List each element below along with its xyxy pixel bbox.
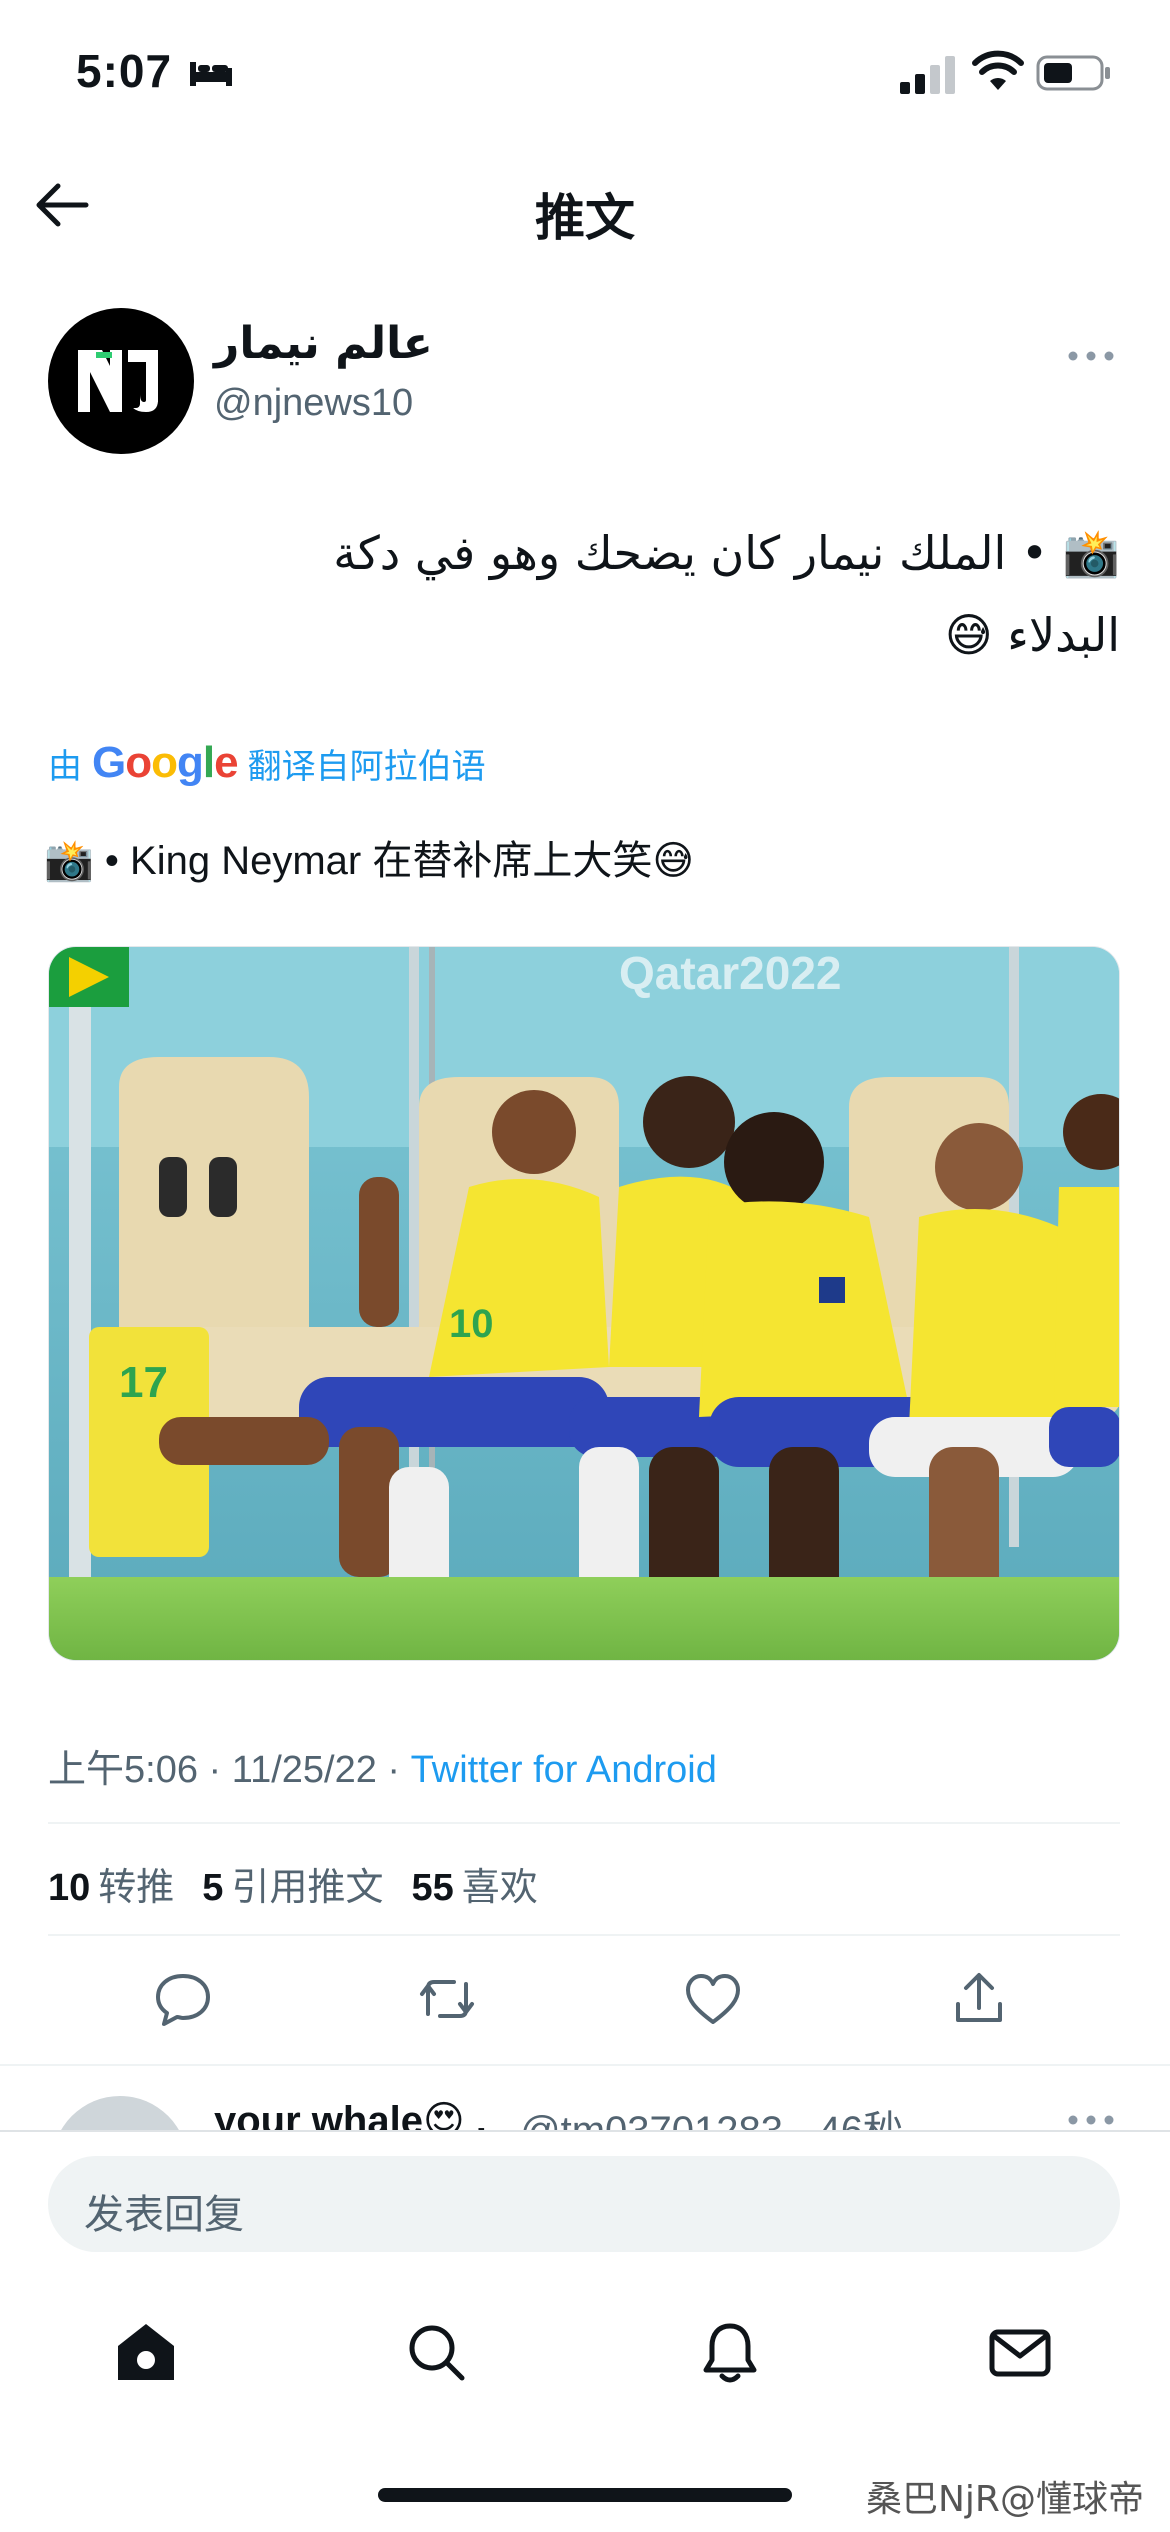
divider xyxy=(0,2130,1170,2132)
reply-avatar[interactable] xyxy=(52,2096,188,2130)
divider xyxy=(48,1934,1120,1936)
search-icon[interactable] xyxy=(402,2318,470,2386)
author-name[interactable]: عالم نيمار xyxy=(214,318,433,369)
battery-icon xyxy=(1036,55,1110,91)
google-logo: Google xyxy=(92,738,239,787)
reply-compose-field[interactable]: 发表回复 xyxy=(48,2156,1120,2252)
like-icon[interactable] xyxy=(680,1966,746,2032)
tweet-meta: 上午5:06 · 11/25/22 · Twitter for Android xyxy=(48,1749,717,1791)
author-avatar[interactable] xyxy=(48,308,194,454)
tweet-text-line-2: البدلاء 😅 xyxy=(944,608,1120,662)
tweet-text-line-1: 📸 • الملك نيمار كان يضحك وهو في دكة xyxy=(333,526,1120,580)
watermark: 桑巴NjR@懂球帝 xyxy=(866,2479,1144,2520)
likes-stat[interactable]: 55 喜欢 xyxy=(411,1856,537,1911)
shirt-number: 10 xyxy=(449,1302,494,1346)
share-icon[interactable] xyxy=(946,1966,1012,2032)
retweet-icon[interactable] xyxy=(414,1966,480,2032)
messages-icon[interactable] xyxy=(986,2318,1054,2386)
bed-icon xyxy=(190,62,232,86)
notifications-icon[interactable] xyxy=(696,2318,764,2386)
quotes-stat[interactable]: 5 引用推文 xyxy=(202,1856,383,1911)
nj-logo-icon xyxy=(78,350,158,412)
reply-author-name[interactable]: your whale😍 . xyxy=(214,2098,487,2130)
reply-preview[interactable]: your whale😍 . @tm03701283 · 46秒 xyxy=(0,2064,1170,2130)
signal-icon xyxy=(900,56,955,94)
tweet-text-arabic: 📸 • الملك نيمار كان يضحك وهو في دكة البد… xyxy=(150,512,1120,676)
home-icon[interactable] xyxy=(112,2318,180,2386)
tweet-time: 上午5:06 xyxy=(48,1749,198,1791)
bench-photo-illustration: Qatar2022 17 10 xyxy=(49,947,1119,1660)
reply-icon[interactable] xyxy=(150,1966,216,2032)
more-options-icon[interactable] xyxy=(1066,2110,1116,2130)
header: 推文 xyxy=(0,160,1170,250)
home-indicator[interactable] xyxy=(378,2488,792,2502)
tweet-photo[interactable]: Qatar2022 17 10 xyxy=(48,946,1120,1661)
translate-suffix: 翻译自阿拉伯语 xyxy=(247,747,486,786)
tweet-actions xyxy=(0,1966,1170,2036)
tweet-text-translated: 📸 • King Neymar 在替补席上大笑😅 xyxy=(44,839,695,883)
author-handle[interactable]: @njnews10 xyxy=(214,382,413,425)
photo-caption: Qatar2022 xyxy=(619,947,842,999)
translation-attribution[interactable]: 由 Google 翻译自阿拉伯语 xyxy=(48,738,486,788)
translate-prefix: 由 xyxy=(48,747,82,786)
tweet-stats: 10 转推 5 引用推文 55 喜欢 xyxy=(48,1856,538,1911)
reply-author-handle: @tm03701283 · 46秒 xyxy=(520,2098,903,2130)
tweet-date: 11/25/22 xyxy=(231,1749,377,1791)
source-app-link[interactable]: Twitter for Android xyxy=(411,1749,717,1791)
more-options-icon[interactable] xyxy=(1066,346,1116,366)
towel-number: 17 xyxy=(119,1358,168,1407)
status-bar: 5:07 xyxy=(0,0,1170,140)
retweets-stat[interactable]: 10 转推 xyxy=(48,1856,174,1911)
page-title: 推文 xyxy=(535,190,635,246)
divider xyxy=(48,1822,1120,1824)
status-time: 5:07 xyxy=(76,45,173,97)
compose-placeholder: 发表回复 xyxy=(84,2193,244,2237)
wifi-icon xyxy=(972,50,1024,90)
